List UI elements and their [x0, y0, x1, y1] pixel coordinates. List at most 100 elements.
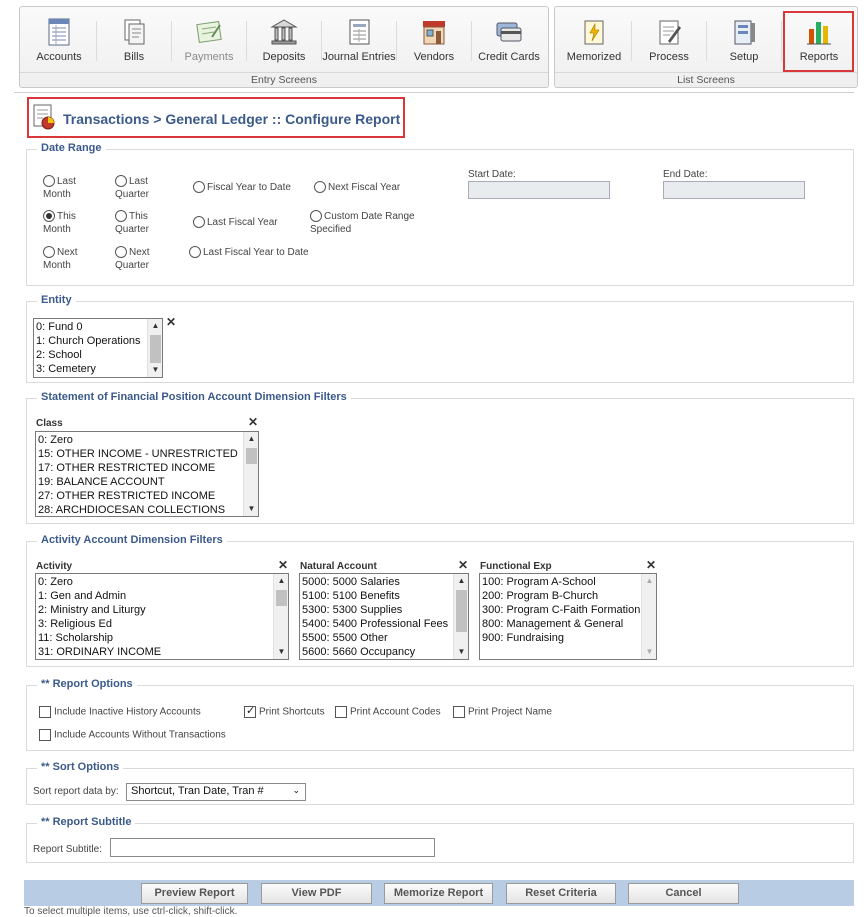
list-item[interactable]: 27: OTHER RESTRICTED INCOME [38, 489, 242, 503]
radio-last-fiscal-year[interactable]: Last Fiscal Year [193, 216, 278, 229]
activity-listbox[interactable]: 0: Zero 1: Gen and Admin 2: Ministry and… [35, 573, 289, 660]
list-item[interactable]: 200: Program B-Church [482, 589, 640, 603]
scroll-down-icon[interactable]: ▼ [244, 502, 258, 516]
radio-button[interactable] [115, 246, 127, 259]
radio-button[interactable] [314, 181, 326, 194]
scroll-up-icon[interactable]: ▲ [274, 574, 288, 588]
radio-last-month[interactable]: Last Month [43, 175, 98, 201]
scrollbar-thumb[interactable] [456, 590, 467, 632]
scroll-up-icon[interactable]: ▲ [148, 319, 162, 333]
radio-last-fiscal-ytd[interactable]: Last Fiscal Year to Date [189, 246, 309, 259]
radio-button[interactable] [193, 181, 205, 194]
radio-next-fiscal-year[interactable]: Next Fiscal Year [314, 181, 400, 194]
radio-this-month[interactable]: This Month [43, 210, 98, 236]
clear-selection-icon[interactable]: ✕ [248, 415, 258, 429]
inactive-history-option[interactable]: Include Inactive History Accounts [39, 706, 201, 718]
print-account-codes-option[interactable]: Print Account Codes [335, 706, 441, 718]
functional-exp-listbox[interactable]: 100: Program A-School 200: Program B-Chu… [479, 573, 657, 660]
clear-selection-icon[interactable]: ✕ [646, 558, 656, 572]
radio-custom-range[interactable]: Custom Date Range Specified [310, 210, 440, 236]
toolbar-bills-button[interactable]: Bills [97, 11, 171, 73]
list-item[interactable]: 19: BALANCE ACCOUNT [38, 475, 242, 489]
radio-button[interactable] [193, 216, 205, 229]
checkbox[interactable] [335, 706, 347, 718]
list-item[interactable]: 15: OTHER INCOME - UNRESTRICTED [38, 447, 242, 461]
checkbox[interactable] [39, 729, 51, 741]
radio-button[interactable] [43, 175, 55, 188]
checkbox[interactable] [39, 706, 51, 718]
memorize-report-button[interactable]: Memorize Report [384, 883, 493, 904]
radio-button[interactable] [115, 210, 127, 223]
scroll-down-icon[interactable]: ▼ [454, 645, 468, 659]
list-item[interactable]: 3: Cemetery [36, 362, 146, 376]
preview-report-button[interactable]: Preview Report [141, 883, 248, 904]
list-item[interactable]: 800: Management & General [482, 617, 640, 631]
radio-last-quarter[interactable]: Last Quarter [115, 175, 175, 201]
radio-button[interactable] [43, 246, 55, 259]
list-item[interactable]: 100: Program A-School [482, 575, 640, 589]
list-item[interactable]: 5300: 5300 Supplies [302, 603, 452, 617]
print-shortcuts-option[interactable]: Print Shortcuts [244, 704, 325, 718]
scroll-down-icon[interactable]: ▼ [148, 363, 162, 377]
list-item[interactable]: 5400: 5400 Professional Fees [302, 617, 452, 631]
list-item[interactable]: 2: School [36, 348, 146, 362]
list-item[interactable]: 5000: 5000 Salaries [302, 575, 452, 589]
view-pdf-button[interactable]: View PDF [261, 883, 372, 904]
scroll-up-icon[interactable]: ▲ [244, 432, 258, 446]
list-item[interactable]: 0: Zero [38, 575, 272, 589]
scrollbar-thumb[interactable] [246, 448, 257, 464]
toolbar-accounts-button[interactable]: Accounts [22, 11, 96, 73]
scrollbar[interactable]: ▲ ▼ [453, 574, 468, 659]
list-item[interactable]: 0: Fund 0 [36, 320, 146, 334]
radio-button[interactable] [43, 210, 55, 223]
radio-button[interactable] [115, 175, 127, 188]
list-item[interactable]: 17: OTHER RESTRICTED INCOME [38, 461, 242, 475]
toolbar-credit-cards-button[interactable]: Credit Cards [472, 11, 546, 73]
subtitle-input[interactable] [110, 838, 435, 857]
radio-next-month[interactable]: Next Month [43, 246, 98, 272]
radio-fiscal-ytd[interactable]: Fiscal Year to Date [193, 181, 291, 194]
list-item[interactable]: 900: Fundraising [482, 631, 640, 645]
list-item[interactable]: 31: ORDINARY INCOME [38, 645, 272, 659]
scroll-up-icon[interactable]: ▲ [454, 574, 468, 588]
reset-criteria-button[interactable]: Reset Criteria [506, 883, 616, 904]
end-date-input[interactable] [663, 181, 805, 199]
toolbar-process-button[interactable]: Process [632, 11, 706, 73]
clear-selection-icon[interactable]: ✕ [278, 558, 288, 572]
list-item[interactable]: 1: Church Operations [36, 334, 146, 348]
scroll-down-icon[interactable]: ▼ [274, 645, 288, 659]
toolbar-deposits-button[interactable]: Deposits [247, 11, 321, 73]
natural-account-listbox[interactable]: 5000: 5000 Salaries 5100: 5100 Benefits … [299, 573, 469, 660]
radio-this-quarter[interactable]: This Quarter [115, 210, 175, 236]
radio-next-quarter[interactable]: Next Quarter [115, 246, 175, 272]
scroll-down-icon[interactable]: ▼ [642, 645, 656, 659]
clear-selection-icon[interactable]: ✕ [458, 558, 468, 572]
list-item[interactable]: 0: Zero [38, 433, 242, 447]
start-date-input[interactable] [468, 181, 610, 199]
scrollbar[interactable]: ▲ ▼ [243, 432, 258, 516]
scrollbar-thumb[interactable] [150, 335, 161, 363]
toolbar-payments-button[interactable]: Payments [172, 11, 246, 73]
scrollbar[interactable]: ▲ ▼ [273, 574, 288, 659]
class-listbox[interactable]: 0: Zero 15: OTHER INCOME - UNRESTRICTED … [35, 431, 259, 517]
list-item[interactable]: 1: Gen and Admin [38, 589, 272, 603]
toolbar-journal-entries-button[interactable]: Journal Entries [322, 11, 396, 73]
scroll-up-icon[interactable]: ▲ [642, 574, 656, 588]
toolbar-memorized-button[interactable]: Memorized [557, 11, 631, 73]
entity-listbox[interactable]: 0: Fund 0 1: Church Operations 2: School… [33, 318, 163, 378]
toolbar-vendors-button[interactable]: Vendors [397, 11, 471, 73]
list-item[interactable]: 300: Program C-Faith Formation [482, 603, 640, 617]
checkbox[interactable] [244, 704, 256, 718]
list-item[interactable]: 5600: 5660 Occupancy [302, 645, 452, 659]
cancel-button[interactable]: Cancel [628, 883, 739, 904]
list-item[interactable]: 2: Ministry and Liturgy [38, 603, 272, 617]
list-item[interactable]: 28: ARCHDIOCESAN COLLECTIONS [38, 503, 242, 516]
clear-selection-icon[interactable]: ✕ [166, 315, 176, 329]
checkbox[interactable] [453, 706, 465, 718]
radio-button[interactable] [310, 210, 322, 223]
without-transactions-option[interactable]: Include Accounts Without Transactions [39, 729, 226, 741]
toolbar-setup-button[interactable]: Setup [707, 11, 781, 73]
list-item[interactable]: 5500: 5500 Other [302, 631, 452, 645]
list-item[interactable]: 11: Scholarship [38, 631, 272, 645]
radio-button[interactable] [189, 246, 201, 259]
